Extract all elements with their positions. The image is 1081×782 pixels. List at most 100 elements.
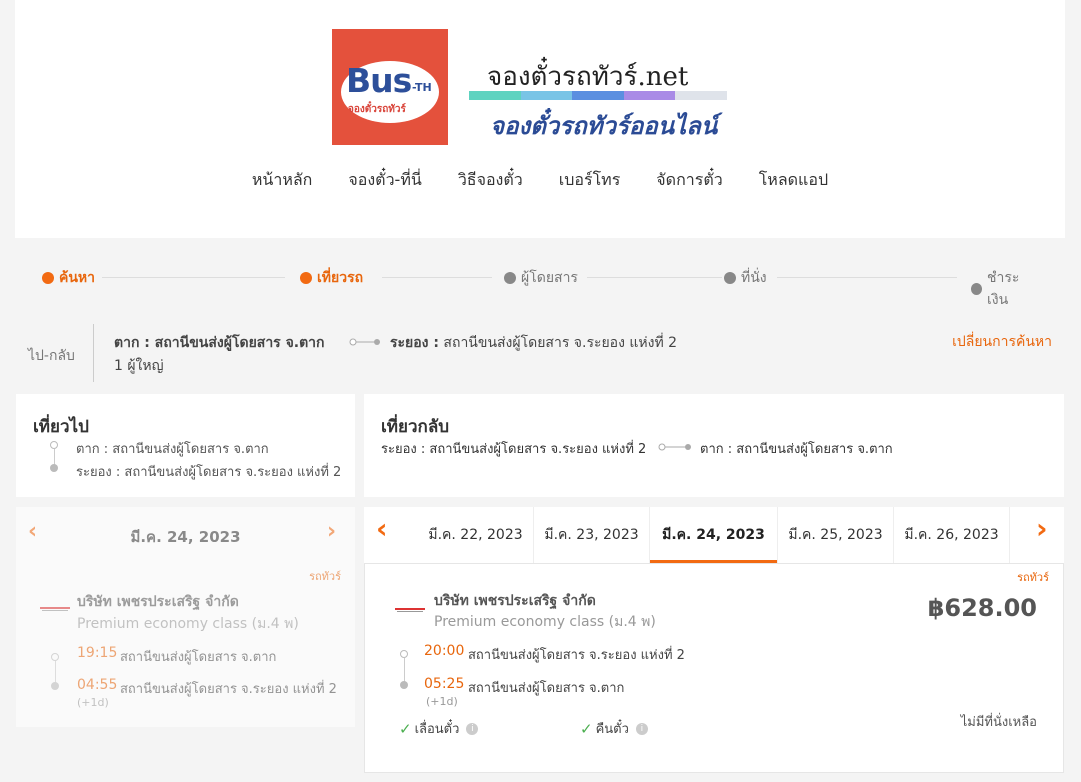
info-icon[interactable]: i — [466, 722, 479, 735]
postpone-badge[interactable]: ✓ เลื่อนตั๋ว i — [399, 718, 479, 739]
date-tab[interactable]: มี.ค. 23, 2023 — [534, 507, 650, 563]
return-result-card[interactable]: รถทัวร์ บริษัท เพชรประเสริฐ จำกัด Premiu… — [364, 563, 1064, 773]
route-end-dot-icon — [400, 681, 408, 689]
bus-th-logo[interactable]: Bus -TH จองตั๋วรถทัวร์ — [332, 29, 448, 145]
return-title: เที่ยวกลับ — [381, 417, 450, 437]
operator-logo — [395, 608, 425, 612]
color-bar-segment — [520, 91, 573, 100]
step-connector — [382, 277, 492, 278]
step-payment: ชำระเงิน — [971, 267, 1042, 311]
step-label: ที่นั่ง — [741, 270, 767, 286]
site-header: Bus -TH จองตั๋วรถทัวร์ จองตั๋วรถทัวร์.ne… — [15, 0, 1065, 238]
return-date-bar: ‹ มี.ค. 22, 2023 มี.ค. 23, 2023 มี.ค. 24… — [364, 507, 1064, 563]
outbound-trip-card[interactable]: เที่ยวไป ตาก : สถานีขนส่งผู้โดยสาร จ.ตาก… — [16, 394, 355, 497]
step-dot-icon — [504, 272, 516, 284]
step-dot-icon — [300, 272, 312, 284]
outbound-origin: ตาก : สถานีขนส่งผู้โดยสาร จ.ตาก — [76, 442, 269, 457]
trip-destination-station: สถานีขนส่งผู้โดยสาร จ.ระยอง แห่งที่ 2 — [438, 335, 678, 351]
chevron-right-icon[interactable]: › — [327, 521, 336, 543]
bus-class: Premium economy class (ม.4 พ) — [77, 616, 299, 632]
site-tagline: จองตั๋วรถทัวร์ออนไลน์ — [490, 112, 718, 140]
step-label: ผู้โดยสาร — [521, 270, 578, 286]
passenger-count: 1 ผู้ใหญ่ — [114, 358, 164, 374]
color-bar-segment — [469, 91, 521, 100]
trip-type: ไป-กลับ — [28, 348, 75, 364]
route-line — [55, 661, 56, 683]
arrive-time: 05:25 — [424, 676, 465, 692]
step-search[interactable]: ค้นหา — [42, 267, 102, 289]
nav-home[interactable]: หน้าหลัก — [252, 168, 313, 193]
return-trip-card: เที่ยวกลับ ระยอง : สถานีขนส่งผู้โดยสาร จ… — [364, 394, 1064, 497]
logo-subtext: จองตั๋วรถทัวร์ — [348, 104, 406, 115]
route-arrow-icon — [349, 338, 380, 346]
outbound-result-card[interactable]: รถทัวร์ บริษัท เพชรประเสริฐ จำกัด Premiu… — [16, 563, 355, 727]
brand-color-bar — [469, 91, 727, 100]
route-end-dot-icon — [51, 682, 59, 690]
color-bar-segment — [572, 91, 624, 100]
nav-download-app[interactable]: โหลดแอป — [759, 168, 828, 193]
date-tab[interactable]: มี.ค. 22, 2023 — [418, 507, 534, 563]
outbound-title: เที่ยวไป — [33, 417, 89, 437]
date-tab-selected[interactable]: มี.ค. 24, 2023 — [650, 507, 778, 563]
arrive-stop: สถานีขนส่งผู้โดยสาร จ.ระยอง แห่งที่ 2 — [120, 682, 337, 697]
divider — [93, 324, 94, 382]
date-tab[interactable]: มี.ค. 25, 2023 — [778, 507, 894, 563]
route-start-dot-icon — [51, 653, 59, 661]
next-day-indicator: (+1d) — [426, 695, 458, 708]
return-origin: ระยอง : สถานีขนส่งผู้โดยสาร จ.ระยอง แห่ง… — [381, 442, 647, 457]
bus-type-label: รถทัวร์ — [309, 570, 341, 583]
ticket-price: ฿628.00 — [927, 594, 1037, 622]
refund-badge[interactable]: ✓ คืนตั๋ว i — [580, 718, 648, 739]
bus-type-label: รถทัวร์ — [1017, 571, 1049, 584]
chevron-right-icon[interactable]: › — [1036, 515, 1048, 543]
route-arrow-icon — [658, 443, 691, 451]
info-icon[interactable]: i — [635, 722, 648, 735]
operator-name: บริษัท เพชรประเสริฐ จำกัด — [434, 593, 596, 609]
bus-class: Premium economy class (ม.4 พ) — [434, 614, 656, 630]
seat-availability: ไม่มีที่นั่งเหลือ — [960, 715, 1037, 730]
nav-how-to-book[interactable]: วิธีจองตั๋ว — [458, 168, 523, 193]
color-bar-segment — [675, 91, 727, 100]
arrive-time: 04:55 — [77, 677, 118, 693]
step-dot-icon — [42, 272, 54, 284]
step-dot-icon — [971, 283, 982, 295]
step-passengers: ผู้โดยสาร — [504, 267, 584, 289]
trip-destination: ระยอง : สถานีขนส่งผู้โดยสาร จ.ระยอง แห่ง… — [390, 332, 677, 354]
depart-stop: สถานีขนส่งผู้โดยสาร จ.ตาก — [120, 650, 277, 665]
logo-suffix: -TH — [412, 81, 432, 94]
arrive-stop: สถานีขนส่งผู้โดยสาร จ.ตาก — [468, 681, 625, 696]
check-icon: ✓ — [580, 719, 593, 738]
logo-text: Bus — [346, 61, 412, 100]
date-tab[interactable]: มี.ค. 26, 2023 — [894, 507, 1010, 563]
chevron-left-icon[interactable]: ‹ — [376, 515, 388, 543]
step-connector — [777, 277, 957, 278]
trip-destination-province: ระยอง : — [390, 335, 439, 351]
nav-manage-ticket[interactable]: จัดการตั๋ว — [656, 168, 722, 193]
nav-book-ticket[interactable]: จองตั๋ว-ที่นี่ — [348, 168, 421, 193]
step-trips[interactable]: เที่ยวรถ — [300, 267, 370, 289]
step-label: เที่ยวรถ — [317, 270, 364, 286]
booking-stepper: ค้นหา เที่ยวรถ ผู้โดยสาร ที่นั่ง ชำระเงิ… — [42, 267, 1042, 311]
next-day-indicator: (+1d) — [77, 696, 109, 709]
operator-name: บริษัท เพชรประเสริฐ จำกัด — [77, 594, 239, 610]
route-line — [54, 449, 55, 465]
outbound-date-bar: ‹ มี.ค. 24, 2023 › — [16, 507, 355, 563]
change-search-link[interactable]: เปลี่ยนการค้นหา — [952, 331, 1052, 353]
step-connector — [102, 277, 285, 278]
step-dot-icon — [724, 272, 736, 284]
trip-origin: ตาก : สถานีขนส่งผู้โดยสาร จ.ตาก — [114, 335, 325, 351]
postpone-label: เลื่อนตั๋ว — [414, 722, 460, 737]
return-destination: ตาก : สถานีขนส่งผู้โดยสาร จ.ตาก — [700, 442, 893, 457]
refund-label: คืนตั๋ว — [595, 722, 629, 737]
depart-stop: สถานีขนส่งผู้โดยสาร จ.ระยอง แห่งที่ 2 — [468, 648, 685, 663]
step-connector — [587, 277, 722, 278]
route-start-dot-icon — [400, 650, 408, 658]
nav-phone-numbers[interactable]: เบอร์โทร — [559, 168, 621, 193]
depart-time: 19:15 — [77, 645, 118, 661]
route-end-dot-icon — [50, 464, 58, 472]
check-icon: ✓ — [399, 719, 412, 738]
step-label: ชำระเงิน — [986, 270, 1020, 308]
outbound-destination: ระยอง : สถานีขนส่งผู้โดยสาร จ.ระยอง แห่ง… — [76, 465, 342, 480]
route-line — [404, 658, 405, 682]
step-label: ค้นหา — [59, 270, 96, 286]
